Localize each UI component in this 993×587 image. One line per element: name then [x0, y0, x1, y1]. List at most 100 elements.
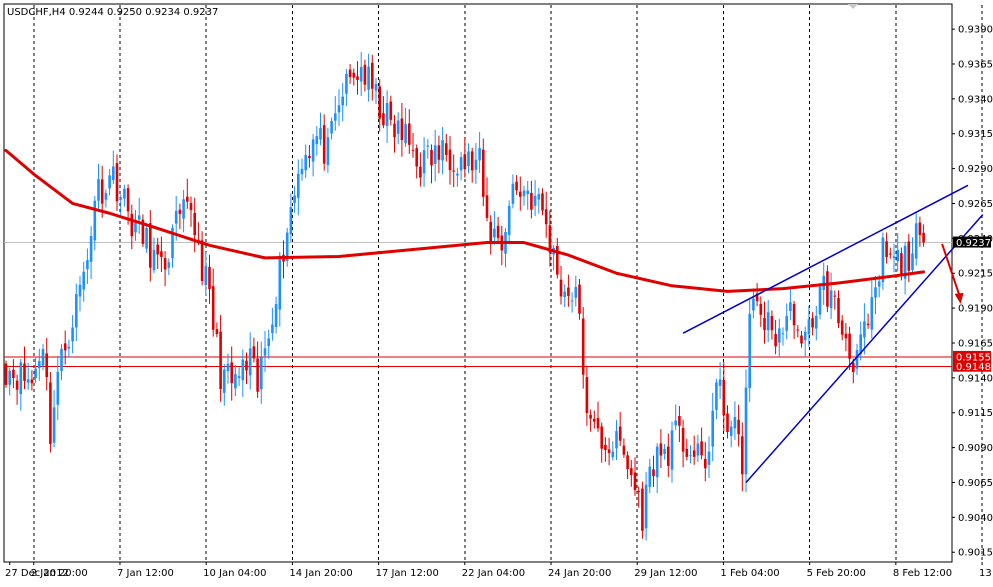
candle-body — [537, 194, 541, 200]
candle-body — [689, 455, 692, 457]
candle-body — [119, 197, 122, 200]
candle-body — [356, 76, 359, 80]
candle-body — [200, 240, 204, 282]
candle-body — [826, 271, 829, 307]
candle-body — [818, 286, 822, 315]
candle-body — [448, 149, 452, 170]
candle-body — [215, 329, 219, 335]
candle-body — [589, 414, 592, 419]
candle-body — [870, 297, 874, 330]
candle-body — [663, 449, 666, 454]
candle-body — [189, 203, 193, 211]
candle-body — [278, 255, 282, 310]
candle-body — [241, 359, 245, 381]
candle-body — [26, 379, 30, 383]
candle-body — [245, 360, 248, 371]
candle-body — [829, 290, 833, 309]
y-tick-label: 0.9140 — [958, 373, 993, 384]
candle-body — [685, 448, 689, 457]
candle-body — [855, 349, 859, 369]
candle-body — [100, 179, 104, 204]
candle-body — [852, 362, 855, 373]
candle-body — [785, 315, 788, 331]
candle-body — [692, 450, 696, 457]
candle-body — [123, 188, 126, 199]
candle-body — [156, 244, 159, 255]
x-tick-label: 14 Jan 20:00 — [289, 568, 352, 579]
candle-body — [426, 145, 430, 147]
candle-body — [815, 315, 818, 329]
candle-body — [511, 183, 515, 204]
candle-body — [670, 430, 674, 470]
candle-body — [145, 227, 148, 249]
candle-body — [604, 444, 607, 450]
candle-body — [889, 253, 892, 255]
chart-svg[interactable]: 27 Dec 20122 Jan 20:00 7 Jan 12:00 10 Jan … — [0, 0, 993, 583]
candle-body — [367, 66, 370, 90]
candle-body — [178, 209, 182, 214]
candle-body — [163, 257, 167, 270]
candle-body — [696, 443, 700, 456]
candle-body — [441, 140, 444, 161]
candle-body — [789, 302, 792, 311]
candle-body — [544, 209, 548, 225]
candle-body — [733, 416, 737, 429]
candle-body — [41, 349, 45, 366]
candle-body — [223, 369, 226, 393]
candle-body — [519, 191, 522, 197]
candle-body — [382, 113, 385, 126]
candle-body — [108, 175, 111, 189]
y-tick-label: 0.9090 — [958, 443, 993, 454]
candle-body — [63, 343, 67, 351]
candle-body — [385, 103, 389, 127]
candle-body — [267, 338, 270, 347]
candle-body — [822, 275, 825, 290]
candle-body — [393, 123, 396, 138]
candle-body — [352, 72, 356, 78]
candle-body — [186, 196, 189, 202]
candle-body — [707, 451, 711, 465]
candle-body — [633, 472, 637, 491]
candle-body — [678, 415, 681, 426]
candle-body — [126, 188, 130, 212]
candle-body — [796, 329, 800, 331]
candle-body — [722, 379, 726, 416]
candle-body — [371, 62, 374, 89]
candle-body — [112, 166, 115, 181]
price-chart[interactable]: 27 Dec 2012 2 Jan 20:00 7 Jan 12:00 10 Jan … — [0, 0, 993, 583]
candle-body — [337, 105, 341, 113]
candle-body — [866, 323, 870, 326]
candle-body — [193, 212, 196, 236]
candle-body — [530, 192, 533, 210]
x-tick-label: 24 Jan 20:00 — [548, 568, 611, 579]
x-tick-label: 13 Feb 04:00 — [979, 568, 993, 579]
candle-body — [914, 223, 918, 259]
x-tick-label: 17 Jan 12:00 — [376, 568, 439, 579]
candle-body — [470, 151, 474, 171]
candle-body — [419, 166, 422, 178]
candle-body — [833, 295, 837, 297]
candle-body — [840, 320, 844, 335]
candle-body — [618, 426, 622, 441]
candle-body — [326, 137, 330, 166]
candle-body — [863, 321, 866, 338]
y-tick-label: 0.9315 — [958, 129, 993, 140]
candle-body — [567, 287, 570, 296]
y-tick-label: 0.9015 — [958, 548, 993, 559]
candle-body — [737, 419, 740, 435]
y-tick-label: 0.9390 — [958, 25, 993, 36]
candle-body — [507, 205, 511, 235]
candle-body — [445, 143, 448, 155]
candle-body — [60, 348, 63, 372]
candle-body — [230, 362, 233, 384]
candle-body — [496, 225, 500, 238]
candle-body — [726, 413, 729, 432]
candle-body — [837, 298, 840, 324]
candle-body — [637, 490, 640, 492]
candle-body — [67, 346, 71, 349]
candle-body — [49, 382, 52, 444]
candle-body — [308, 155, 311, 159]
candle-body — [729, 426, 733, 436]
candle-body — [800, 335, 803, 344]
candle-body — [219, 331, 222, 389]
